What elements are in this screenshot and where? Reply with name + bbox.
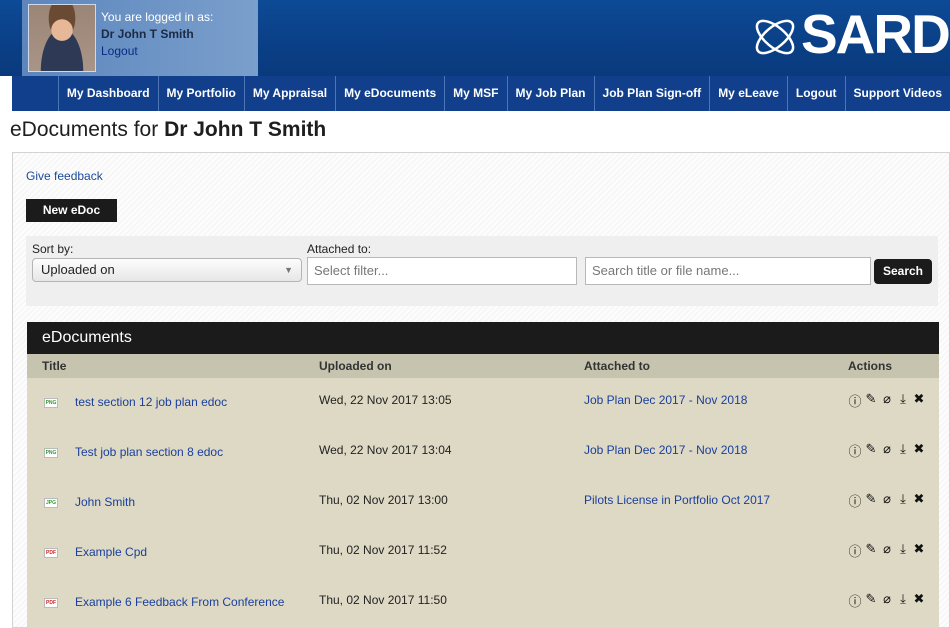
- column-header-uploaded: Uploaded on: [319, 359, 392, 373]
- table-row: PDF Example Cpd Thu, 02 Nov 2017 11:52 ⓘ…: [27, 528, 939, 578]
- row-actions: ⓘ ✎ ⌀ ⤓ ✖: [848, 541, 926, 560]
- nav-item-job-plan[interactable]: My Job Plan: [508, 76, 595, 111]
- file-type-icon: PDF: [44, 598, 58, 608]
- close-icon[interactable]: ✖: [912, 491, 926, 510]
- new-edoc-button[interactable]: New eDoc: [26, 199, 117, 222]
- close-icon[interactable]: ✖: [912, 591, 926, 610]
- table-body: PNG test section 12 job plan edoc Wed, 2…: [27, 378, 939, 628]
- document-title-link[interactable]: Test job plan section 8 edoc: [75, 445, 223, 459]
- info-icon[interactable]: ⓘ: [848, 591, 862, 610]
- uploaded-date: Wed, 22 Nov 2017 13:05: [319, 393, 452, 407]
- document-title-link[interactable]: Example Cpd: [75, 545, 147, 559]
- file-type-icon: PNG: [44, 448, 58, 458]
- download-icon[interactable]: ⤓: [896, 541, 910, 560]
- download-icon[interactable]: ⤓: [896, 591, 910, 610]
- paperclip-icon[interactable]: ⌀: [880, 441, 894, 460]
- uploaded-date: Thu, 02 Nov 2017 11:52: [319, 543, 447, 557]
- file-type-icon: PDF: [44, 548, 58, 558]
- pencil-icon[interactable]: ✎: [864, 491, 878, 510]
- attached-filter-input[interactable]: Select filter...: [307, 257, 577, 285]
- nav-item-msf[interactable]: My MSF: [445, 76, 508, 111]
- pencil-icon[interactable]: ✎: [864, 391, 878, 410]
- nav-item-dashboard[interactable]: My Dashboard: [59, 76, 159, 111]
- nav-item-job-plan-signoff[interactable]: Job Plan Sign-off: [595, 76, 711, 111]
- nav-item-eleave[interactable]: My eLeave: [710, 76, 788, 111]
- column-header-row: Title Uploaded on Attached to Actions: [27, 354, 939, 378]
- info-icon[interactable]: ⓘ: [848, 441, 862, 460]
- info-icon[interactable]: ⓘ: [848, 391, 862, 410]
- logo-text: SARD: [801, 3, 950, 65]
- user-name: Dr John T Smith: [101, 27, 194, 41]
- sort-by-value: Uploaded on: [41, 262, 115, 277]
- main-nav: My Dashboard My Portfolio My Appraisal M…: [12, 76, 950, 111]
- table-row: PNG test section 12 job plan edoc Wed, 2…: [27, 378, 939, 428]
- paperclip-icon[interactable]: ⌀: [880, 591, 894, 610]
- column-header-actions: Actions: [848, 359, 893, 373]
- user-info-box: You are logged in as: Dr John T Smith Lo…: [22, 0, 258, 76]
- nav-item-edocuments[interactable]: My eDocuments: [336, 76, 446, 111]
- download-icon[interactable]: ⤓: [896, 441, 910, 460]
- download-icon[interactable]: ⤓: [896, 491, 910, 510]
- attached-to-label: Attached to:: [307, 242, 372, 256]
- document-title-link[interactable]: John Smith: [75, 495, 135, 509]
- file-type-icon: JPG: [44, 498, 58, 508]
- close-icon[interactable]: ✖: [912, 441, 926, 460]
- document-title-link[interactable]: Example 6 Feedback From Conference: [75, 595, 284, 609]
- avatar: [28, 4, 96, 72]
- nav-item-logout[interactable]: Logout: [788, 76, 846, 111]
- give-feedback-link[interactable]: Give feedback: [26, 169, 103, 183]
- search-input[interactable]: Search title or file name...: [585, 257, 871, 285]
- close-icon[interactable]: ✖: [912, 541, 926, 560]
- page-title-name: Dr John T Smith: [164, 118, 327, 141]
- uploaded-date: Wed, 22 Nov 2017 13:04: [319, 443, 452, 457]
- nav-item-portfolio[interactable]: My Portfolio: [159, 76, 245, 111]
- header-logout-link[interactable]: Logout: [101, 44, 138, 58]
- row-actions: ⓘ ✎ ⌀ ⤓ ✖: [848, 591, 926, 610]
- paperclip-icon[interactable]: ⌀: [880, 391, 894, 410]
- table-heading: eDocuments: [27, 322, 939, 354]
- table-row: JPG John Smith Thu, 02 Nov 2017 13:00 Pi…: [27, 478, 939, 528]
- pencil-icon[interactable]: ✎: [864, 441, 878, 460]
- sort-by-select[interactable]: Uploaded on ▼: [32, 258, 302, 282]
- pencil-icon[interactable]: ✎: [864, 541, 878, 560]
- page-title-prefix: eDocuments for: [10, 118, 165, 141]
- paperclip-icon[interactable]: ⌀: [880, 491, 894, 510]
- column-header-attached: Attached to: [584, 359, 650, 373]
- chevron-down-icon: ▼: [284, 265, 293, 275]
- uploaded-date: Thu, 02 Nov 2017 11:50: [319, 593, 447, 607]
- file-type-icon: PNG: [44, 398, 58, 408]
- row-actions: ⓘ ✎ ⌀ ⤓ ✖: [848, 391, 926, 410]
- nav-item-appraisal[interactable]: My Appraisal: [245, 76, 337, 111]
- row-actions: ⓘ ✎ ⌀ ⤓ ✖: [848, 491, 926, 510]
- page-title: eDocuments for Dr John T Smith: [10, 118, 326, 142]
- row-actions: ⓘ ✎ ⌀ ⤓ ✖: [848, 441, 926, 460]
- download-icon[interactable]: ⤓: [896, 391, 910, 410]
- attached-to-link[interactable]: Job Plan Dec 2017 - Nov 2018: [584, 393, 747, 407]
- search-button[interactable]: Search: [874, 259, 932, 284]
- header-bar: You are logged in as: Dr John T Smith Lo…: [0, 0, 950, 76]
- paperclip-icon[interactable]: ⌀: [880, 541, 894, 560]
- pencil-icon[interactable]: ✎: [864, 591, 878, 610]
- sort-by-label: Sort by:: [32, 242, 74, 256]
- nav-item-support-videos[interactable]: Support Videos: [846, 76, 950, 111]
- nav-spacer: [12, 76, 59, 111]
- table-row: PNG Test job plan section 8 edoc Wed, 22…: [27, 428, 939, 478]
- info-icon[interactable]: ⓘ: [848, 491, 862, 510]
- table-row: PDF Example 6 Feedback From Conference T…: [27, 578, 939, 628]
- document-title-link[interactable]: test section 12 job plan edoc: [75, 395, 227, 409]
- info-icon[interactable]: ⓘ: [848, 541, 862, 560]
- attached-to-link[interactable]: Job Plan Dec 2017 - Nov 2018: [584, 443, 747, 457]
- uploaded-date: Thu, 02 Nov 2017 13:00: [319, 493, 448, 507]
- close-icon[interactable]: ✖: [912, 391, 926, 410]
- attached-to-link[interactable]: Pilots License in Portfolio Oct 2017: [584, 493, 770, 507]
- logged-in-label: You are logged in as:: [101, 10, 214, 24]
- column-header-title: Title: [42, 359, 67, 373]
